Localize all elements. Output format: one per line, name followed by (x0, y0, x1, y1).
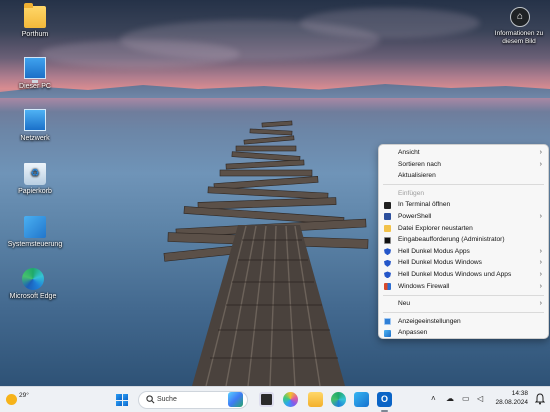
menu-item-dark-mode-windows[interactable]: Hell Dunkel Modus Windows › (379, 257, 548, 269)
menu-item-view[interactable]: Ansicht › (379, 147, 548, 159)
clock[interactable]: 14:38 28.08.2024 (495, 390, 528, 408)
menu-item-open-terminal[interactable]: In Terminal öffnen (379, 199, 548, 211)
menu-item-refresh[interactable]: Aktualisieren (379, 170, 548, 182)
desktop-icon-recycle-bin[interactable]: ♻ Papierkorb (5, 163, 65, 196)
search-icon (146, 395, 155, 404)
desktop-icon-control-panel[interactable]: Systemsteuerung (5, 216, 65, 249)
firewall-icon (384, 283, 391, 291)
desktop-icon-network[interactable]: Netzwerk (5, 109, 65, 143)
info-widget-label[interactable]: Informationen zu diesem Bild (490, 30, 548, 46)
chevron-right-icon: › (539, 270, 542, 278)
menu-item-windows-firewall[interactable]: Windows Firewall › (379, 281, 548, 293)
notification-bell-icon[interactable] (535, 393, 545, 405)
search-highlight-icon[interactable] (228, 392, 243, 407)
desktop-icon-label: Porthum (21, 31, 49, 38)
menu-item-new[interactable]: Neu › (379, 298, 548, 310)
menu-item-label: Hell Dunkel Modus Apps (398, 247, 470, 255)
menu-item-powershell[interactable]: PowerShell › (379, 211, 548, 223)
chevron-right-icon: › (539, 160, 542, 168)
desktop-context-menu: Ansicht › Sortieren nach › Aktualisieren… (378, 144, 549, 339)
chevron-right-icon: › (539, 149, 542, 156)
menu-item-sort-by[interactable]: Sortieren nach › (379, 159, 548, 171)
sun-icon (6, 394, 17, 405)
terminal-icon (384, 201, 391, 209)
microsoft-store-icon[interactable] (354, 392, 369, 407)
menu-item-label: Hell Dunkel Modus Windows und Apps (398, 270, 512, 278)
outlook-icon[interactable]: O (377, 392, 392, 407)
shield-icon (384, 271, 391, 279)
windows-logo-tile (116, 394, 122, 400)
display-icon (384, 318, 391, 326)
menu-item-dark-mode-apps[interactable]: Hell Dunkel Modus Apps › (379, 246, 548, 258)
menu-item-display-settings[interactable]: Anzeigeeinstellungen (379, 316, 548, 328)
menu-item-personalize[interactable]: Anpassen (379, 327, 548, 339)
command-prompt-icon (384, 236, 391, 244)
windows-logo-tile (116, 400, 122, 406)
recycle-bin-icon: ♻ (24, 163, 46, 185)
chevron-right-icon: › (539, 282, 542, 290)
edge-icon (22, 268, 44, 290)
menu-item-label: Windows Firewall (398, 282, 450, 290)
menu-item-dark-mode-windows-apps[interactable]: Hell Dunkel Modus Windows und Apps › (379, 269, 548, 281)
weather-temperature: 29° (19, 392, 29, 399)
personalize-icon (384, 329, 391, 337)
menu-item-label: Anpassen (398, 329, 428, 337)
camera-info-icon[interactable]: ⌂ (510, 7, 530, 27)
chevron-up-icon[interactable]: ˄ (431, 394, 436, 403)
menu-item-label: Anzeigeeinstellungen (398, 317, 461, 325)
menu-item-label: PowerShell (398, 212, 432, 220)
network-icon[interactable]: ▭ (462, 394, 470, 403)
search-placeholder: Suche (157, 396, 177, 403)
clock-date: 28.08.2024 (495, 398, 528, 406)
copilot-icon[interactable] (283, 392, 298, 407)
menu-separator (383, 312, 544, 314)
windows-logo-tile (122, 400, 128, 406)
menu-item-cmd-admin[interactable]: Eingabeaufforderung (Administrator) (379, 234, 548, 246)
menu-separator (383, 184, 544, 186)
windows-logo-tile (122, 394, 128, 400)
volume-icon[interactable]: ◁ (477, 394, 483, 403)
shield-icon (384, 248, 391, 256)
desktop-icon-label: Papierkorb (18, 188, 52, 195)
weather-widget[interactable]: 29° (6, 390, 46, 410)
desktop-icon-this-pc[interactable]: Dieser PC (5, 57, 65, 91)
start-button[interactable] (116, 394, 128, 406)
chevron-right-icon: › (539, 300, 542, 308)
clock-time: 14:38 (511, 390, 528, 397)
desktop-icon-edge[interactable]: Microsoft Edge (3, 268, 63, 301)
menu-item-label: Eingabeaufforderung (Administrator) (398, 236, 505, 244)
menu-item-label: In Terminal öffnen (398, 201, 451, 209)
chevron-right-icon: › (539, 247, 542, 255)
menu-item-label: Sortieren nach (398, 160, 441, 168)
control-panel-icon (24, 216, 46, 238)
desktop-icon-label: Microsoft Edge (9, 293, 57, 300)
desktop-icon-label: Dieser PC (19, 83, 51, 90)
task-view-icon[interactable] (259, 392, 274, 407)
cloud-sync-icon[interactable]: ☁ (446, 394, 454, 403)
menu-item-restart-explorer[interactable]: Datei Explorer neustarten (379, 223, 548, 235)
powershell-icon (384, 213, 391, 221)
folder-icon (24, 3, 46, 28)
menu-item-paste: Einfügen (379, 188, 548, 200)
menu-item-label: Hell Dunkel Modus Windows (398, 259, 482, 267)
menu-separator (383, 294, 544, 296)
shield-icon (384, 259, 391, 267)
desktop-icon-folder[interactable]: Porthum (5, 3, 65, 39)
menu-item-label: Aktualisieren (398, 172, 436, 180)
file-explorer-icon[interactable] (308, 392, 323, 407)
chevron-right-icon: › (539, 212, 542, 220)
menu-item-label: Neu (398, 300, 411, 308)
network-icon (24, 109, 46, 131)
file-explorer-icon (384, 225, 391, 233)
menu-item-label: Datei Explorer neustarten (398, 224, 473, 232)
monitor-icon (24, 57, 46, 83)
chevron-right-icon: › (539, 259, 542, 267)
taskbar: 29° Suche O ˄ ☁ ▭ ◁ 14:38 28.08.2024 (0, 386, 550, 412)
desktop-icon-label: Netzwerk (20, 135, 50, 142)
menu-item-label: Ansicht (398, 149, 420, 156)
menu-item-label: Einfügen (398, 189, 425, 197)
desktop-icon-label: Systemsteuerung (7, 241, 63, 248)
edge-icon[interactable] (331, 392, 346, 407)
